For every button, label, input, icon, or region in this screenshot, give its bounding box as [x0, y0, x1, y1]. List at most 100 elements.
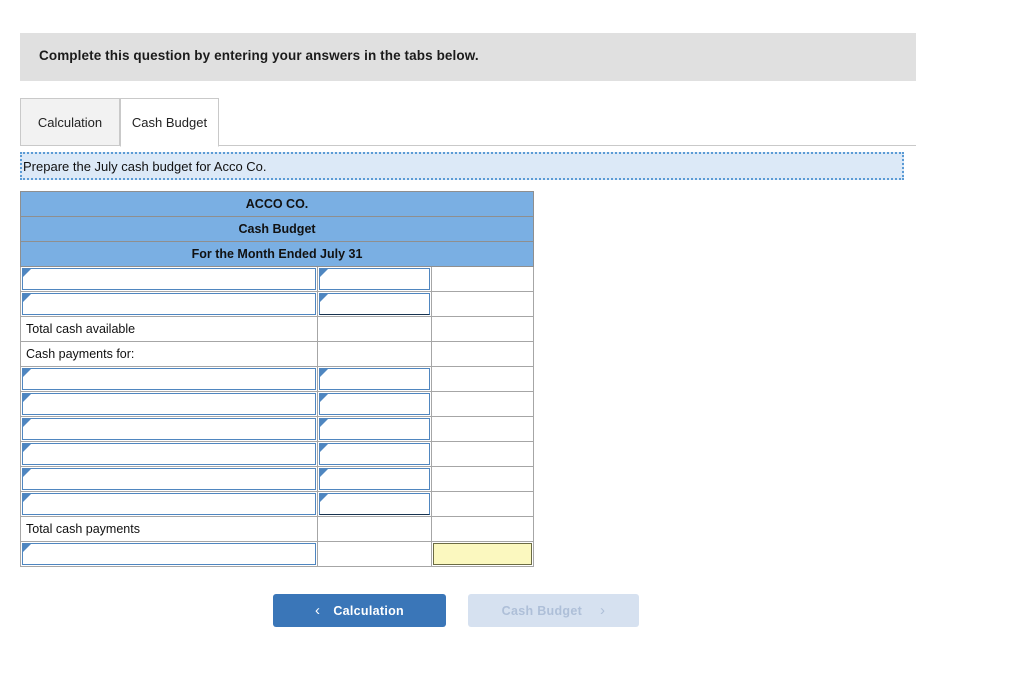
row-12-description-input[interactable]: [22, 543, 316, 565]
row-12-ending-balance-cell[interactable]: [430, 541, 535, 567]
row-1-amount-cell[interactable]: [317, 266, 432, 292]
table-row: Total cash available: [20, 316, 535, 342]
chevron-right-icon: ›: [600, 602, 606, 619]
table-row: Cash payments for:: [20, 341, 535, 367]
row-8-amount-input[interactable]: [319, 443, 430, 465]
worksheet-period: For the Month Ended July 31: [19, 241, 535, 267]
row-9-total-cell: [430, 466, 535, 492]
row-2-total-cell: [430, 291, 535, 317]
question-page: Complete this question by entering your …: [0, 0, 1024, 684]
dropdown-triangle-icon: [23, 369, 31, 377]
tab-calculation[interactable]: Calculation: [20, 98, 120, 146]
row-cash-payments-for-total-cell: [430, 341, 535, 367]
dropdown-triangle-icon: [23, 419, 31, 427]
row-total-cash-available-label: Total cash available: [20, 316, 318, 342]
row-2-amount-cell[interactable]: [317, 291, 432, 317]
dropdown-triangle-icon: [320, 269, 328, 277]
row-5-total-cell: [430, 366, 535, 392]
row-total-cash-payments-total-cell: [430, 516, 535, 542]
row-7-description-input[interactable]: [22, 418, 316, 440]
worksheet-company-name: ACCO CO.: [19, 191, 535, 217]
tab-bar: Calculation Cash Budget: [20, 98, 916, 147]
row-2-description-input[interactable]: [22, 293, 316, 315]
task-instruction-text: Prepare the July cash budget for Acco Co…: [23, 158, 267, 174]
tab-cash-budget[interactable]: Cash Budget: [120, 98, 219, 147]
cash-budget-worksheet: ACCO CO. Cash Budget For the Month Ended…: [19, 191, 535, 567]
row-8-total-cell: [430, 441, 535, 467]
dropdown-triangle-icon: [23, 394, 31, 402]
dropdown-triangle-icon: [320, 419, 328, 427]
row-cash-payments-for-amount-cell: [317, 341, 432, 367]
row-8-description-cell[interactable]: [20, 441, 318, 467]
dropdown-triangle-icon: [23, 269, 31, 277]
row-10-total-cell: [430, 491, 535, 517]
row-8-description-input[interactable]: [22, 443, 316, 465]
dropdown-triangle-icon: [320, 394, 328, 402]
table-row: [20, 291, 535, 317]
next-tab-button: Cash Budget ›: [468, 594, 639, 627]
dropdown-triangle-icon: [320, 469, 328, 477]
row-total-cash-payments-label: Total cash payments: [20, 516, 318, 542]
table-row: [20, 266, 535, 292]
row-10-description-input[interactable]: [22, 493, 316, 515]
table-row: [20, 491, 535, 517]
row-6-amount-input[interactable]: [319, 393, 430, 415]
row-7-amount-input[interactable]: [319, 418, 430, 440]
row-total-cash-available-amount-cell: [317, 316, 432, 342]
dropdown-triangle-icon: [320, 494, 328, 502]
dropdown-triangle-icon: [23, 469, 31, 477]
row-6-description-input[interactable]: [22, 393, 316, 415]
row-1-description-cell[interactable]: [20, 266, 318, 292]
row-2-amount-input[interactable]: [319, 293, 430, 315]
task-instruction-bar: Prepare the July cash budget for Acco Co…: [20, 152, 904, 180]
worksheet-body: ACCO CO. Cash Budget For the Month Ended…: [19, 191, 535, 567]
worksheet-title-row-company: ACCO CO.: [19, 191, 535, 217]
instruction-banner-text: Complete this question by entering your …: [39, 48, 479, 63]
row-7-total-cell: [430, 416, 535, 442]
worksheet-title-row-period: For the Month Ended July 31: [19, 241, 535, 267]
row-2-description-cell[interactable]: [20, 291, 318, 317]
row-10-amount-cell[interactable]: [317, 491, 432, 517]
row-9-amount-cell[interactable]: [317, 466, 432, 492]
table-row: [20, 541, 535, 567]
row-5-description-cell[interactable]: [20, 366, 318, 392]
row-cash-payments-for-label: Cash payments for:: [20, 341, 318, 367]
instruction-banner: Complete this question by entering your …: [20, 33, 916, 81]
table-row: [20, 441, 535, 467]
row-1-amount-input[interactable]: [319, 268, 430, 290]
dropdown-triangle-icon: [23, 294, 31, 302]
ending-cash-balance-answer-input[interactable]: [433, 543, 533, 565]
tab-calculation-label: Calculation: [37, 114, 103, 130]
row-5-amount-cell[interactable]: [317, 366, 432, 392]
dropdown-triangle-icon: [23, 444, 31, 452]
row-10-description-cell[interactable]: [20, 491, 318, 517]
row-12-description-cell[interactable]: [20, 541, 318, 567]
prev-tab-button-label: Calculation: [333, 603, 404, 618]
row-9-description-input[interactable]: [22, 468, 316, 490]
dropdown-triangle-icon: [320, 444, 328, 452]
dropdown-triangle-icon: [320, 294, 328, 302]
table-row: Total cash payments: [20, 516, 535, 542]
dropdown-triangle-icon: [23, 544, 31, 552]
row-6-amount-cell[interactable]: [317, 391, 432, 417]
row-5-amount-input[interactable]: [319, 368, 430, 390]
table-row: [20, 366, 535, 392]
chevron-left-icon: ‹: [315, 602, 321, 619]
row-9-description-cell[interactable]: [20, 466, 318, 492]
row-7-amount-cell[interactable]: [317, 416, 432, 442]
table-row: [20, 416, 535, 442]
tab-navigation: ‹ Calculation Cash Budget ›: [273, 594, 639, 627]
row-10-amount-input[interactable]: [319, 493, 430, 515]
table-row: [20, 466, 535, 492]
row-1-total-cell: [430, 266, 535, 292]
row-9-amount-input[interactable]: [319, 468, 430, 490]
row-5-description-input[interactable]: [22, 368, 316, 390]
dropdown-triangle-icon: [23, 494, 31, 502]
prev-tab-button[interactable]: ‹ Calculation: [273, 594, 446, 627]
row-1-description-input[interactable]: [22, 268, 316, 290]
row-8-amount-cell[interactable]: [317, 441, 432, 467]
row-7-description-cell[interactable]: [20, 416, 318, 442]
worksheet-statement-name: Cash Budget: [19, 216, 535, 242]
next-tab-button-label: Cash Budget: [501, 603, 583, 618]
row-6-description-cell[interactable]: [20, 391, 318, 417]
